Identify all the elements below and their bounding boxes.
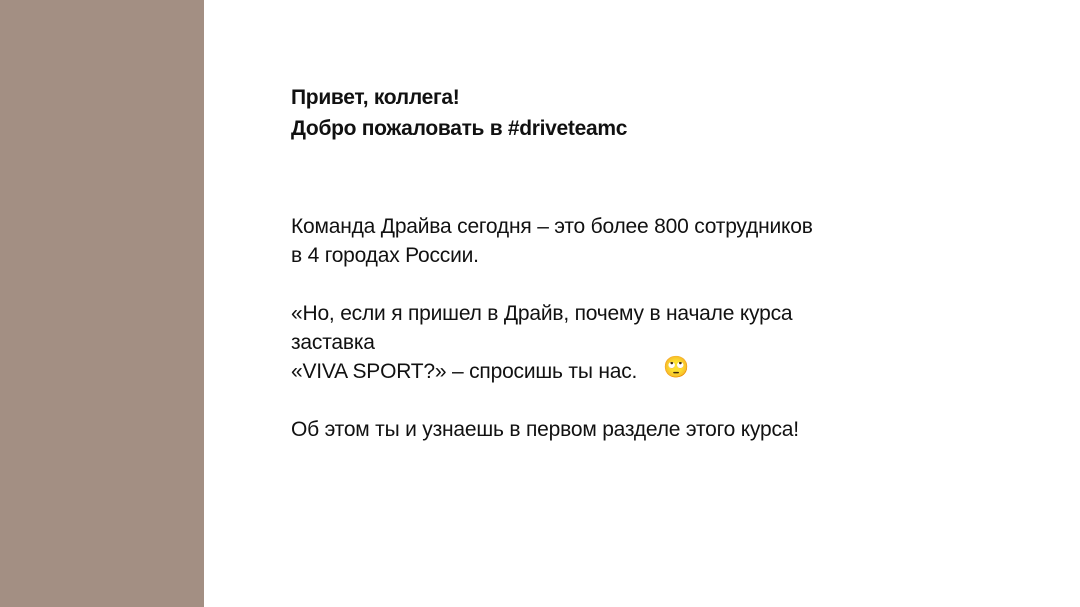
question-line-3: «VIVA SPORT?» – спросишь ты нас. 🙄	[291, 355, 1031, 386]
welcome-line: Добро пожаловать в #driveteamc	[291, 117, 628, 140]
question-line-3-text: «VIVA SPORT?» – спросишь ты нас.	[291, 360, 638, 383]
team-intro-paragraph: Команда Драйва сегодня – это более 800 с…	[291, 212, 1031, 270]
course-section-paragraph: Об этом ты и узнаешь в первом разделе эт…	[291, 415, 1031, 444]
question-line-1: «Но, если я пришел в Драйв, почему в нач…	[291, 302, 793, 325]
question-line-2: заставка	[291, 331, 375, 354]
decorative-side-panel	[0, 0, 204, 607]
slide-content: Привет, коллега! Добро пожаловать в #dri…	[291, 82, 1031, 444]
welcome-heading: Привет, коллега! Добро пожаловать в #dri…	[291, 82, 1031, 144]
team-intro-line-2: в 4 городах России.	[291, 244, 479, 267]
question-paragraph: «Но, если я пришел в Драйв, почему в нач…	[291, 299, 1031, 386]
course-section-line: Об этом ты и узнаешь в первом разделе эт…	[291, 418, 799, 441]
slide-body: Команда Драйва сегодня – это более 800 с…	[291, 212, 1031, 444]
eye-roll-emoji-icon: 🙄	[663, 355, 690, 379]
team-intro-line-1: Команда Драйва сегодня – это более 800 с…	[291, 215, 813, 238]
greeting-line: Привет, коллега!	[291, 86, 460, 109]
